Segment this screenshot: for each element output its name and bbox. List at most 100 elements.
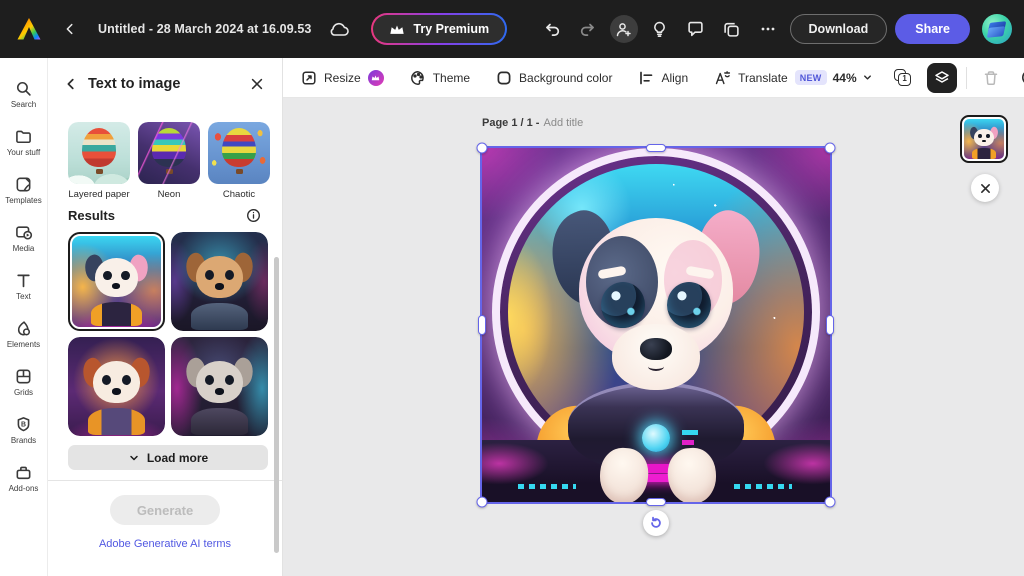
- puppy-art-shape: [225, 270, 234, 280]
- result-thumbnail-3[interactable]: [68, 337, 165, 436]
- zoom-level-dropdown[interactable]: 44%: [827, 70, 879, 86]
- collar-light: [642, 424, 670, 452]
- delete-button-disabled[interactable]: [976, 63, 1006, 93]
- left-rail: Search Your stuff Templates Media Text E…: [0, 58, 48, 576]
- background-color-swatch-icon: [496, 70, 512, 86]
- puppy-result-art: [171, 232, 268, 331]
- resize-handle-ne[interactable]: [825, 143, 836, 154]
- selected-canvas-image-puppy-astronaut[interactable]: [482, 148, 830, 502]
- puppy-eye: [667, 282, 711, 328]
- helmet-collar-art: [568, 382, 744, 474]
- sidebar-item-add-ons[interactable]: Add-ons: [0, 454, 48, 502]
- puppy-art-shape: [93, 361, 140, 404]
- generate-button-disabled[interactable]: Generate: [110, 495, 220, 525]
- result-thumbnail-2[interactable]: [171, 232, 268, 331]
- background-color-button[interactable]: Background color: [496, 70, 612, 86]
- puppy-art-shape: [196, 256, 243, 299]
- puppy-art-shape: [102, 375, 111, 385]
- selected-variant-preview[interactable]: [960, 115, 1008, 163]
- adobe-express-app: Untitled - 28 March 2024 at 16.09.53 Try…: [0, 0, 1024, 576]
- style-presets-row: Layered paper Neon Chaotic: [68, 122, 270, 200]
- puppy-result-art: [72, 236, 161, 327]
- user-avatar[interactable]: [982, 14, 1012, 44]
- sidebar-item-media[interactable]: Media: [0, 214, 48, 262]
- sidebar-item-templates[interactable]: Templates: [0, 166, 48, 214]
- back-chevron-icon[interactable]: [56, 15, 84, 43]
- resize-handle-e[interactable]: [826, 315, 834, 335]
- resize-handle-s[interactable]: [646, 498, 666, 506]
- puppy-art-shape: [205, 375, 214, 385]
- trash-icon: [983, 70, 999, 86]
- pages-panel-button[interactable]: 1: [888, 63, 918, 93]
- more-options-icon[interactable]: [754, 15, 782, 43]
- puppy-art-shape: [122, 375, 131, 385]
- puppy-result-art: [171, 337, 268, 436]
- duplicate-pages-icon[interactable]: [718, 15, 746, 43]
- result-thumbnail-4[interactable]: [171, 337, 268, 436]
- translate-button[interactable]: Translate NEW: [714, 70, 826, 86]
- load-more-button[interactable]: Load more: [68, 445, 268, 470]
- result-thumbnail-1-selected[interactable]: [68, 232, 165, 331]
- panel-title: Text to image: [88, 76, 240, 92]
- adobe-express-logo-icon[interactable]: [16, 17, 42, 41]
- download-button[interactable]: Download: [790, 14, 888, 44]
- sidebar-item-your-stuff[interactable]: Your stuff: [0, 118, 48, 166]
- text-to-image-panel: Text to image Layered paper Neon Chaotic…: [48, 58, 283, 576]
- sidebar-item-text[interactable]: Text: [0, 262, 48, 310]
- search-icon: [15, 80, 32, 97]
- layers-button-active[interactable]: [927, 63, 957, 93]
- theme-button[interactable]: Theme: [410, 70, 470, 86]
- resize-handle-w[interactable]: [478, 315, 486, 335]
- style-preset-layered-paper[interactable]: Layered paper: [68, 122, 130, 200]
- puppy-art-shape: [103, 271, 111, 281]
- puppy-paw: [598, 446, 650, 502]
- undo-icon[interactable]: [538, 15, 566, 43]
- document-title[interactable]: Untitled - 28 March 2024 at 16.09.53: [98, 22, 311, 36]
- puppy-result-art: [964, 119, 1004, 159]
- add-button[interactable]: Add: [1015, 68, 1024, 87]
- deselect-close-icon[interactable]: [971, 174, 999, 202]
- redo-icon[interactable]: [574, 15, 602, 43]
- invite-people-icon[interactable]: [610, 15, 638, 43]
- style-preset-chaotic[interactable]: Chaotic: [208, 122, 270, 200]
- resize-button[interactable]: Resize: [301, 70, 384, 86]
- puppy-art-shape: [215, 283, 224, 289]
- resize-handle-sw[interactable]: [477, 497, 488, 508]
- page-label[interactable]: Page 1 / 1 -Add title: [482, 117, 583, 129]
- sidebar-item-search[interactable]: Search: [0, 70, 48, 118]
- canvas-area[interactable]: Page 1 / 1 -Add title: [283, 98, 1024, 576]
- theme-palette-icon: [410, 70, 426, 86]
- puppy-art-shape: [121, 271, 129, 281]
- rotate-handle[interactable]: [643, 510, 669, 536]
- try-premium-button[interactable]: Try Premium: [373, 15, 505, 43]
- resize-handle-se[interactable]: [825, 497, 836, 508]
- top-bar: Untitled - 28 March 2024 at 16.09.53 Try…: [0, 0, 1024, 58]
- text-icon: [15, 272, 32, 289]
- comments-icon[interactable]: [682, 15, 710, 43]
- console-lights: [734, 484, 792, 489]
- premium-crown-badge: [368, 70, 384, 86]
- resize-handle-nw[interactable]: [477, 143, 488, 154]
- puppy-art-shape: [112, 388, 121, 394]
- puppy-art-shape: [88, 408, 144, 435]
- grids-icon: [15, 368, 32, 385]
- align-button[interactable]: Align: [638, 70, 688, 86]
- panel-scrollbar[interactable]: [274, 257, 279, 553]
- lightbulb-icon[interactable]: [646, 15, 674, 43]
- elements-icon: [15, 320, 32, 337]
- svg-text:B: B: [21, 421, 26, 428]
- sidebar-item-elements[interactable]: Elements: [0, 310, 48, 358]
- panel-back-chevron-icon[interactable]: [62, 75, 80, 93]
- context-toolbar: Resize Theme Background color Align Tran…: [283, 58, 1024, 98]
- generative-ai-terms-link[interactable]: Adobe Generative AI terms: [48, 538, 282, 550]
- puppy-art-shape: [196, 361, 243, 404]
- info-icon[interactable]: [244, 206, 263, 225]
- sidebar-item-grids[interactable]: Grids: [0, 358, 48, 406]
- resize-handle-n[interactable]: [646, 144, 666, 152]
- cloud-saved-icon: [325, 15, 353, 43]
- style-preset-neon[interactable]: Neon: [138, 122, 200, 200]
- panel-close-icon[interactable]: [248, 75, 266, 93]
- share-button[interactable]: Share: [895, 14, 970, 44]
- sidebar-item-brands[interactable]: B Brands: [0, 406, 48, 454]
- collar-indicator: [682, 430, 698, 435]
